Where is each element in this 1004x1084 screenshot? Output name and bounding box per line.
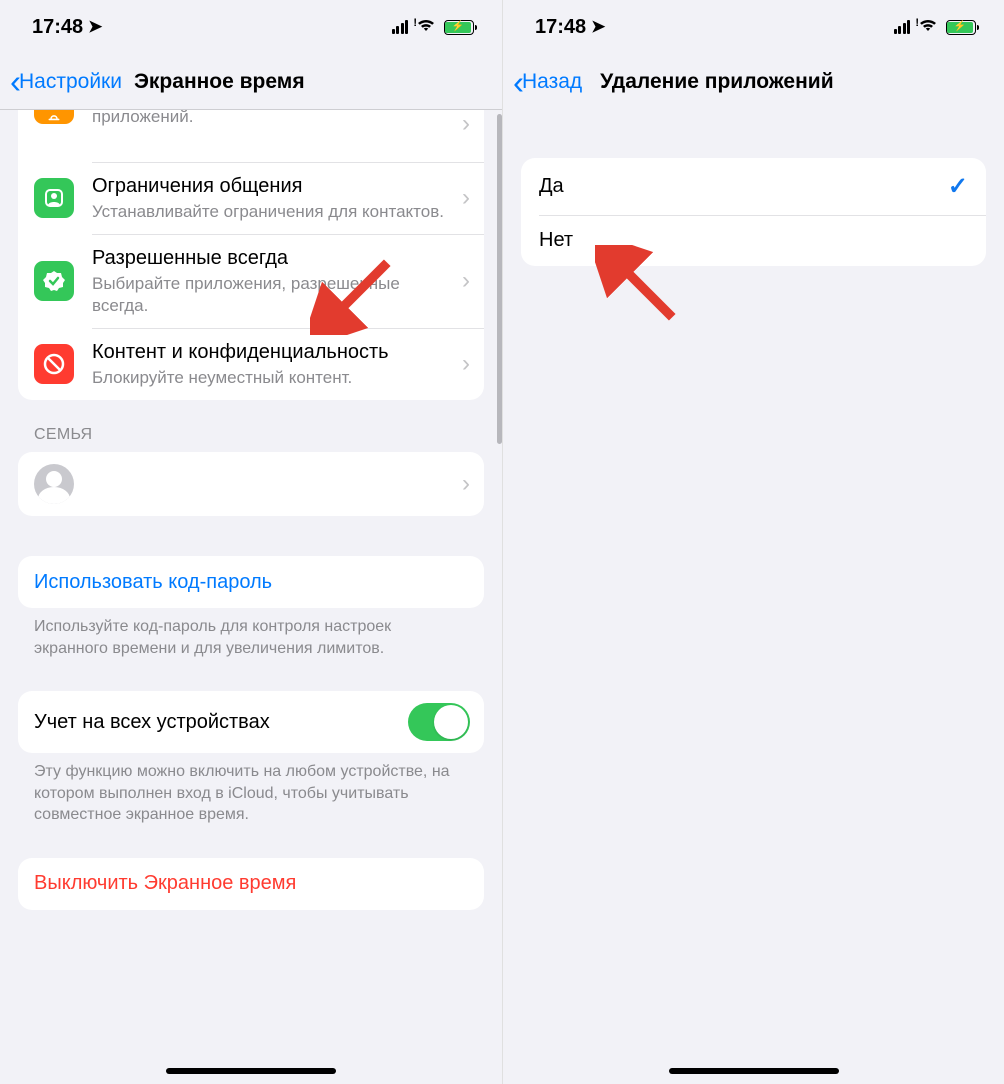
status-bar: 17:48 ➤ ! ⚡ (0, 0, 502, 54)
row-communication-limits[interactable]: Ограничения общения Устанавливайте огран… (18, 162, 484, 234)
row-sub-cut2: приложений. (92, 110, 193, 126)
contact-icon (34, 178, 74, 218)
row-turn-off-screen-time[interactable]: Выключить Экранное время (18, 858, 484, 910)
row-title: Ограничения общения (92, 174, 454, 199)
no-entry-icon (34, 344, 74, 384)
page-title: Экранное время (134, 70, 305, 94)
home-indicator[interactable] (669, 1068, 839, 1074)
nav-bar: ‹ Настройки Экранное время (0, 54, 502, 110)
option-allow[interactable]: Да ✓ (521, 158, 986, 215)
row-use-passcode[interactable]: Использовать код-пароль (18, 556, 484, 608)
status-time: 17:48 (32, 16, 83, 39)
back-label: Назад (522, 70, 582, 94)
avatar-icon (34, 464, 74, 504)
phone-screen-time: 17:48 ➤ ! ⚡ ‹ Настройки Экранное время (0, 0, 502, 1084)
option-label: Нет (539, 229, 573, 252)
row-always-allowed[interactable]: Разрешенные всегда Выбирайте приложения,… (18, 234, 484, 328)
family-group: › (18, 452, 484, 516)
section-header-family: СЕМЬЯ (0, 400, 502, 452)
devices-group: Учет на всех устройствах (18, 691, 484, 753)
row-sub: Выбирайте приложения, разрешенные всегда… (92, 273, 454, 316)
row-content-privacy[interactable]: Контент и конфиденциальность Блокируйте … (18, 328, 484, 400)
options-group: Да ✓ Нет (521, 158, 986, 266)
home-indicator[interactable] (166, 1068, 336, 1074)
battery-icon: ⚡ (444, 20, 474, 35)
option-label: Да (539, 175, 564, 198)
row-app-limits[interactable]: Лимитируйте время для приложений. › (18, 110, 484, 162)
wifi-icon (416, 18, 436, 36)
battery-icon: ⚡ (946, 20, 976, 35)
status-bar: 17:48 ➤ ! ⚡ (503, 0, 1004, 54)
chevron-right-icon: › (462, 470, 470, 498)
row-label: Учет на всех устройствах (34, 710, 400, 735)
danger-label: Выключить Экранное время (34, 872, 296, 895)
devices-note: Эту функцию можно включить на любом устр… (0, 753, 502, 826)
restrictions-group: Лимитируйте время для приложений. › Огра… (18, 110, 484, 400)
chevron-right-icon: › (462, 184, 470, 212)
chevron-right-icon: › (462, 110, 470, 138)
link-label: Использовать код-пароль (34, 571, 272, 594)
location-icon: ➤ (591, 17, 605, 37)
phone-deleting-apps: 17:48 ➤ ! ⚡ ‹ Назад Удаление приложений … (502, 0, 1004, 1084)
toggle-switch[interactable] (408, 703, 470, 741)
back-button[interactable]: ‹ Назад (513, 66, 582, 99)
row-title: Разрешенные всегда (92, 246, 454, 271)
row-share-across-devices[interactable]: Учет на всех устройствах (18, 691, 484, 753)
row-family-member[interactable]: › (18, 452, 484, 516)
option-dont-allow[interactable]: Нет (521, 215, 986, 266)
row-sub: Блокируйте неуместный контент. (92, 367, 454, 388)
back-button[interactable]: ‹ Настройки (10, 65, 122, 98)
status-time: 17:48 (535, 16, 586, 39)
row-title: Контент и конфиденциальность (92, 340, 454, 365)
row-sub: Устанавливайте ограничения для контактов… (92, 201, 454, 222)
back-label: Настройки (19, 70, 122, 94)
scroll-area[interactable]: Лимитируйте время для приложений. › Огра… (0, 110, 502, 1084)
wifi-icon (918, 18, 938, 36)
passcode-group: Использовать код-пароль (18, 556, 484, 608)
hourglass-icon (34, 110, 74, 124)
chevron-right-icon: › (462, 267, 470, 295)
checkmark-icon: ✓ (948, 172, 968, 201)
page-title: Удаление приложений (600, 70, 833, 94)
location-icon: ➤ (88, 17, 102, 37)
nav-bar: ‹ Назад Удаление приложений (503, 54, 1004, 110)
cellular-signal-icon: ! (392, 20, 409, 34)
check-badge-icon (34, 261, 74, 301)
cellular-signal-icon: ! (894, 20, 911, 34)
turn-off-group: Выключить Экранное время (18, 858, 484, 910)
passcode-note: Используйте код-пароль для контроля наст… (0, 608, 502, 659)
chevron-right-icon: › (462, 350, 470, 378)
